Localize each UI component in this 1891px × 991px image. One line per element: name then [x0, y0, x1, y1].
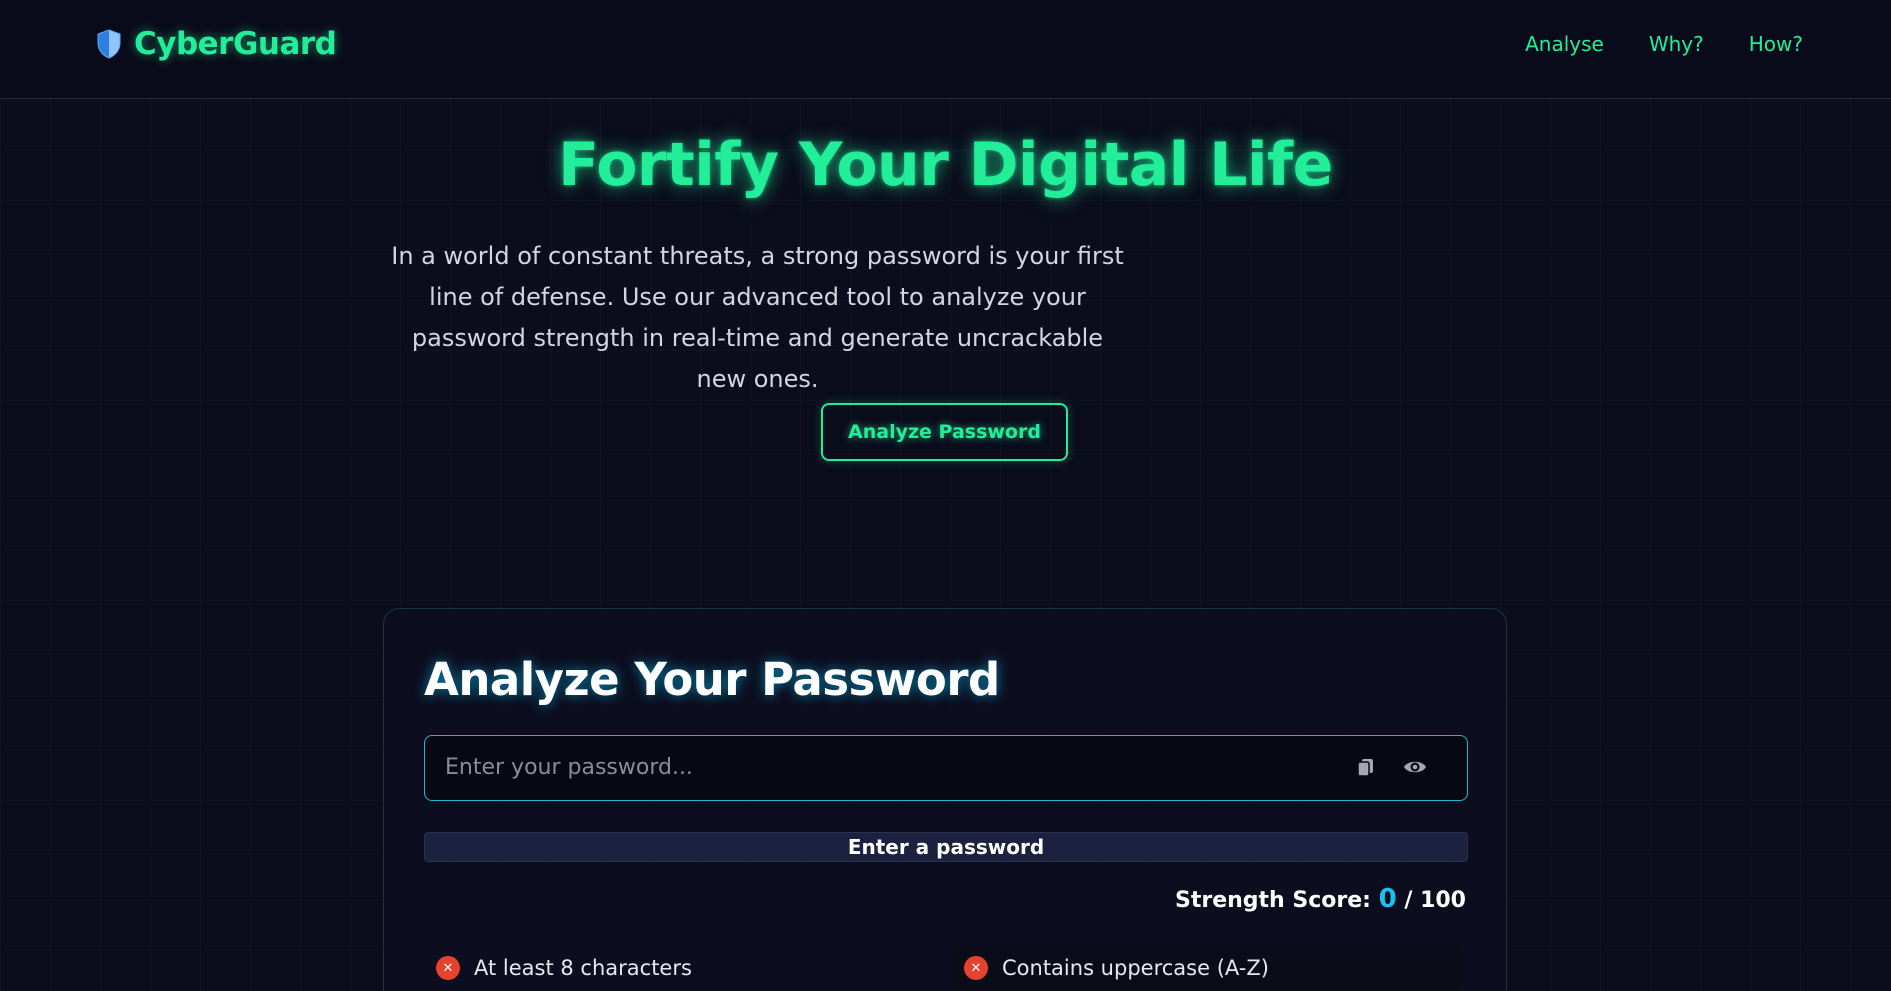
score-value: 0 [1378, 884, 1397, 914]
score-label: Strength Score: [1174, 888, 1371, 913]
analyzer-card: Analyze Your Password Enter a password S… [383, 608, 1507, 991]
criteria-label: At least 8 characters [474, 956, 692, 980]
brand-name: CyberGuard [134, 26, 337, 62]
criteria-label: Contains uppercase (A-Z) [1002, 956, 1269, 980]
password-input[interactable] [425, 736, 1325, 799]
strength-label: Enter a password [847, 835, 1045, 859]
x-circle-icon: ✕ [436, 956, 460, 980]
eye-icon[interactable] [1402, 756, 1426, 780]
main-nav: Analyse Why? How? [1525, 32, 1803, 56]
hero-title: Fortify Your Digital Life [558, 130, 1333, 200]
criteria-item-uppercase: ✕ Contains uppercase (A-Z) [952, 947, 1462, 989]
nav-link-why[interactable]: Why? [1649, 32, 1704, 56]
strength-score: Strength Score: 0 / 100 [1175, 884, 1466, 914]
score-max: / 100 [1404, 888, 1466, 913]
password-field-wrapper [424, 735, 1468, 801]
x-circle-icon: ✕ [964, 956, 988, 980]
criteria-item-length: ✕ At least 8 characters [436, 947, 692, 989]
nav-link-how[interactable]: How? [1749, 32, 1803, 56]
copy-icon[interactable] [1355, 756, 1379, 780]
hero-description: In a world of constant threats, a strong… [391, 242, 1124, 393]
strength-meter: Enter a password [424, 832, 1468, 862]
analyze-password-button[interactable]: Analyze Password [821, 403, 1068, 461]
nav-link-analyse[interactable]: Analyse [1525, 32, 1604, 56]
shield-icon [96, 28, 122, 60]
site-header: CyberGuard Analyse Why? How? [0, 0, 1891, 99]
brand-logo[interactable]: CyberGuard [96, 26, 337, 62]
analyzer-title: Analyze Your Password [424, 653, 1000, 706]
